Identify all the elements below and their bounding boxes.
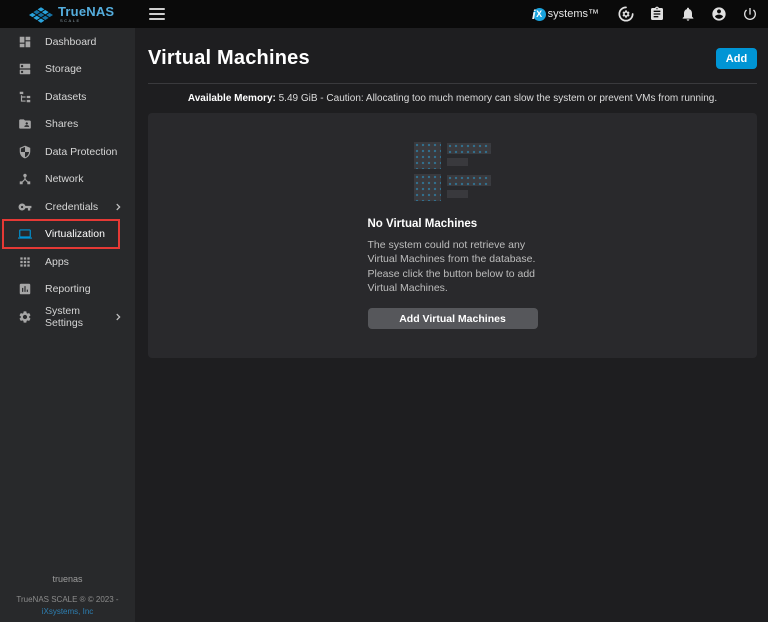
truecommand-icon[interactable]: [618, 6, 634, 22]
hostname: truenas: [0, 574, 135, 584]
sidebar-item-apps[interactable]: Apps: [0, 248, 135, 276]
key-icon: [18, 200, 32, 214]
apps-grid-icon: [18, 255, 32, 269]
empty-state-card: No Virtual Machines The system could not…: [148, 113, 757, 358]
memory-notice-text: 5.49 GiB - Caution: Allocating too much …: [276, 93, 717, 104]
sidebar-nav: Dashboard Storage Datasets: [0, 28, 135, 331]
sidebar-item-label: Network: [45, 173, 84, 185]
sidebar-item-datasets[interactable]: Datasets: [0, 83, 135, 111]
truenas-diamond-icon: [29, 6, 53, 23]
ix-i: i: [532, 7, 536, 22]
sidebar-item-label: Reporting: [45, 283, 91, 295]
storage-icon: [18, 62, 32, 76]
sidebar-item-virtualization[interactable]: Virtualization: [0, 221, 135, 249]
sidebar-item-network[interactable]: Network: [0, 166, 135, 194]
add-virtual-machines-button[interactable]: Add Virtual Machines: [368, 308, 538, 329]
chevron-right-icon: [113, 312, 123, 322]
sidebar-item-storage[interactable]: Storage: [0, 56, 135, 84]
add-button[interactable]: Add: [716, 48, 757, 69]
page-header: Virtual Machines Add: [148, 47, 757, 70]
folder-shared-icon: [18, 117, 32, 131]
ixsystems-link[interactable]: iXsystems, Inc: [0, 607, 135, 616]
account-icon[interactable]: [711, 6, 727, 22]
sidebar-item-label: Storage: [45, 63, 82, 75]
sidebar-item-dashboard[interactable]: Dashboard: [0, 28, 135, 56]
sidebar-item-label: Credentials: [45, 201, 98, 213]
gear-icon: [18, 310, 32, 324]
copyright: TrueNAS SCALE ® © 2023 -: [0, 595, 135, 604]
sidebar-item-label: Dashboard: [45, 36, 96, 48]
sidebar-item-shares[interactable]: Shares: [0, 111, 135, 139]
memory-notice: Available Memory: 5.49 GiB - Caution: Al…: [148, 93, 757, 104]
logo-text: TrueNAS SCALE: [58, 5, 114, 23]
truenas-app: TrueNAS SCALE i X systems™: [0, 0, 768, 622]
sidebar-item-label: Shares: [45, 118, 78, 130]
sidebar-item-data-protection[interactable]: Data Protection: [0, 138, 135, 166]
main-content: Virtual Machines Add Available Memory: 5…: [135, 28, 768, 622]
sidebar-item-label: Datasets: [45, 91, 86, 103]
header-divider: [148, 83, 757, 84]
menu-icon[interactable]: [149, 8, 165, 20]
shield-icon: [18, 145, 32, 159]
memory-notice-label: Available Memory:: [188, 93, 276, 104]
page-title: Virtual Machines: [148, 47, 310, 70]
jobs-clipboard-icon[interactable]: [649, 6, 665, 22]
sidebar-item-label: Data Protection: [45, 146, 117, 158]
sidebar-item-label: System Settings: [45, 305, 113, 329]
sidebar-footer: truenas TrueNAS SCALE ® © 2023 - iXsyste…: [0, 574, 135, 616]
placeholder-illustration-icon: [414, 142, 491, 206]
chevron-right-icon: [113, 202, 123, 212]
laptop-icon: [18, 227, 32, 241]
empty-state-title: No Virtual Machines: [368, 218, 538, 230]
network-hub-icon: [18, 172, 32, 186]
brand-edition: SCALE: [60, 19, 114, 23]
sidebar-item-label: Apps: [45, 256, 69, 268]
dataset-tree-icon: [18, 90, 32, 104]
brand-name: TrueNAS: [58, 5, 114, 18]
top-bar: TrueNAS SCALE i X systems™: [0, 0, 768, 28]
sidebar-item-credentials[interactable]: Credentials: [0, 193, 135, 221]
empty-state-message: The system could not retrieve any Virtua…: [368, 238, 538, 296]
truenas-logo[interactable]: TrueNAS SCALE: [0, 5, 135, 23]
sidebar: Dashboard Storage Datasets: [0, 28, 135, 622]
sidebar-item-system-settings[interactable]: System Settings: [0, 303, 135, 331]
ix-text: systems™: [548, 8, 599, 20]
alerts-bell-icon[interactable]: [680, 6, 696, 22]
sidebar-item-reporting[interactable]: Reporting: [0, 276, 135, 304]
ixsystems-logo: i X systems™: [532, 7, 599, 22]
dashboard-icon: [18, 35, 32, 49]
bar-chart-icon: [18, 282, 32, 296]
sidebar-item-label: Virtualization: [45, 228, 105, 240]
power-icon[interactable]: [742, 6, 758, 22]
topbar-actions: i X systems™: [532, 6, 768, 22]
